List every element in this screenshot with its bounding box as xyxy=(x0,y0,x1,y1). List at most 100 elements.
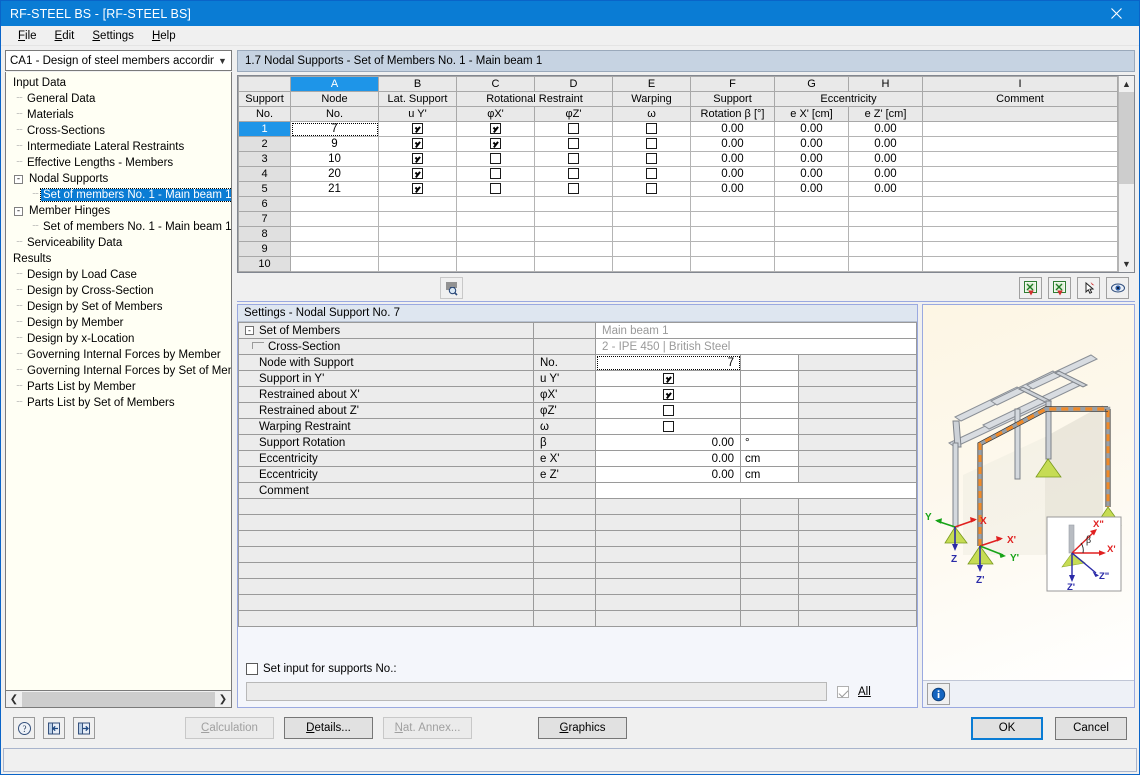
graphics-button[interactable]: Graphics xyxy=(538,717,627,739)
grid-cell-comment[interactable] xyxy=(922,241,1118,257)
grid-checkbox[interactable] xyxy=(568,183,579,195)
settings-row[interactable]: Node with Support No. 7 xyxy=(238,354,917,371)
grid-cell-lat-support[interactable] xyxy=(378,226,457,242)
grid-cell-eccentricity-z[interactable] xyxy=(848,226,923,242)
grid-cell-phi-x[interactable] xyxy=(456,151,535,167)
set-input-checkbox[interactable] xyxy=(246,663,258,675)
tree-item-member-hinges[interactable]: - Member Hinges xyxy=(8,203,231,219)
grid-cell-phi-z[interactable] xyxy=(534,241,613,257)
grid-cell-comment[interactable] xyxy=(922,196,1118,212)
menu-item-settings[interactable]: Settings xyxy=(83,28,143,44)
grid-checkbox[interactable] xyxy=(412,183,423,195)
settings-value-support-rotation[interactable]: 0.00 xyxy=(595,434,741,451)
grid-cell-phi-x[interactable] xyxy=(456,256,535,272)
tree-item-materials[interactable]: ┈ Materials xyxy=(8,107,231,123)
grid-cell-eccentricity-z[interactable]: 0.00 xyxy=(848,151,923,167)
grid-table[interactable]: A B C D E F G H I Support Node Lat. Support Rotation… xyxy=(238,76,1118,272)
settings-row[interactable]: - Set of Members Main beam 1 xyxy=(238,322,917,339)
grid-cell-comment[interactable] xyxy=(922,136,1118,152)
close-icon[interactable] xyxy=(1093,1,1139,26)
grid-cell-support-rotation[interactable] xyxy=(690,241,775,257)
tree-item-governing-internal-forces-by-member[interactable]: ┈ Governing Internal Forces by Member xyxy=(8,347,231,363)
tree-expander[interactable]: - xyxy=(14,174,23,184)
tree-expander[interactable]: - xyxy=(14,206,23,216)
settings-value-comment[interactable] xyxy=(595,482,917,499)
tree-item-input-data[interactable]: Input Data xyxy=(8,75,231,91)
grid-cell-eccentricity-z[interactable] xyxy=(848,241,923,257)
settings-value-restrained-about-z[interactable] xyxy=(595,402,741,419)
grid-cell-lat-support[interactable] xyxy=(378,211,457,227)
grid-row-header[interactable]: 6 xyxy=(238,196,291,212)
grid-cell-lat-support[interactable] xyxy=(378,181,457,197)
grid-row[interactable]: 10 xyxy=(238,256,1118,272)
grid-cell-warping[interactable] xyxy=(612,256,691,272)
grid-cell-eccentricity-x[interactable]: 0.00 xyxy=(774,121,849,137)
grid-cell-eccentricity-z[interactable]: 0.00 xyxy=(848,136,923,152)
grid-column-header-B[interactable]: B xyxy=(378,76,457,92)
grid-checkbox[interactable] xyxy=(490,168,501,180)
settings-checkbox[interactable] xyxy=(662,404,674,416)
grid-row[interactable]: 5 21 0.00 0.00 0.00 xyxy=(238,181,1118,197)
grid-checkbox[interactable] xyxy=(412,138,423,150)
grid-row[interactable]: 7 xyxy=(238,211,1118,227)
grid-row[interactable]: 3 10 0.00 0.00 0.00 xyxy=(238,151,1118,167)
grid-cell-warping[interactable] xyxy=(612,226,691,242)
grid-cell-phi-x[interactable] xyxy=(456,121,535,137)
grid-cell-phi-x[interactable] xyxy=(456,181,535,197)
tree-item-effective-lengths-members[interactable]: ┈ Effective Lengths - Members xyxy=(8,155,231,171)
grid-checkbox[interactable] xyxy=(646,138,657,150)
grid-cell-comment[interactable] xyxy=(922,181,1118,197)
grid-cell-eccentricity-x[interactable] xyxy=(774,211,849,227)
table-view-icon[interactable] xyxy=(440,277,463,299)
grid-column-header-I[interactable]: I xyxy=(922,76,1118,92)
grid-cell-comment[interactable] xyxy=(922,121,1118,137)
grid-cell-node-no[interactable] xyxy=(290,226,379,242)
grid-cell-eccentricity-z[interactable] xyxy=(848,196,923,212)
grid-row-header[interactable]: 9 xyxy=(238,241,291,257)
grid-cell-warping[interactable] xyxy=(612,136,691,152)
grid-cell-eccentricity-x[interactable] xyxy=(774,226,849,242)
settings-table[interactable]: - Set of Members Main beam 1 Cross-Section 2… xyxy=(238,322,917,627)
grid-cell-node-no[interactable] xyxy=(290,196,379,212)
grid-cell-warping[interactable] xyxy=(612,151,691,167)
cancel-button[interactable]: Cancel xyxy=(1055,716,1127,740)
grid-column-header-H[interactable]: H xyxy=(848,76,923,92)
grid-cell-comment[interactable] xyxy=(922,166,1118,182)
grid-cell-phi-z[interactable] xyxy=(534,121,613,137)
grid-row[interactable]: 6 xyxy=(238,196,1118,212)
chevron-up-icon[interactable]: ▲ xyxy=(1119,76,1134,92)
vscroll-thumb[interactable] xyxy=(1119,92,1134,184)
tree-item-design-by-cross-section[interactable]: ┈ Design by Cross-Section xyxy=(8,283,231,299)
grid-cell-node-no[interactable]: 7 xyxy=(290,121,379,137)
grid-checkbox[interactable] xyxy=(568,153,579,165)
grid-checkbox[interactable] xyxy=(646,153,657,165)
grid-cell-phi-z[interactable] xyxy=(534,211,613,227)
tree-item-design-by-set-of-members[interactable]: ┈ Design by Set of Members xyxy=(8,299,231,315)
grid-row-header[interactable]: 1 xyxy=(238,121,291,137)
chevron-left-icon[interactable]: ❮ xyxy=(6,691,22,707)
grid-checkbox[interactable] xyxy=(490,138,501,150)
details-button[interactable]: Details... xyxy=(284,717,373,739)
grid-checkbox[interactable] xyxy=(646,183,657,195)
hscroll-thumb[interactable] xyxy=(22,691,215,707)
tree-item-general-data[interactable]: ┈ General Data xyxy=(8,91,231,107)
tree-item-governing-internal-forces-by-set-of-members[interactable]: ┈ Governing Internal Forces by Set of Mem… xyxy=(8,363,231,379)
grid-checkbox[interactable] xyxy=(412,123,423,135)
settings-expander[interactable]: - xyxy=(245,325,254,335)
grid-row-header[interactable]: 3 xyxy=(238,151,291,167)
set-input-field[interactable] xyxy=(246,682,827,701)
grid-cell-support-rotation[interactable]: 0.00 xyxy=(690,136,775,152)
grid-cell-node-no[interactable]: 20 xyxy=(290,166,379,182)
tree-item-set-of-members-no-1-main-beam-1[interactable]: ┈ Set of members No. 1 - Main beam 1 xyxy=(8,187,231,203)
chevron-down-icon[interactable]: ▼ xyxy=(1119,256,1134,272)
tree-item-cross-sections[interactable]: ┈ Cross-Sections xyxy=(8,123,231,139)
grid-cell-support-rotation[interactable] xyxy=(690,211,775,227)
grid-cell-phi-z[interactable] xyxy=(534,151,613,167)
grid-row[interactable]: 2 9 0.00 0.00 0.00 xyxy=(238,136,1118,152)
grid-column-header-E[interactable]: E xyxy=(612,76,691,92)
tree-item-design-by-x-location[interactable]: ┈ Design by x-Location xyxy=(8,331,231,347)
grid-cell-phi-z[interactable] xyxy=(534,136,613,152)
grid-checkbox[interactable] xyxy=(568,138,579,150)
grid-cell-phi-x[interactable] xyxy=(456,241,535,257)
grid-cell-phi-z[interactable] xyxy=(534,181,613,197)
